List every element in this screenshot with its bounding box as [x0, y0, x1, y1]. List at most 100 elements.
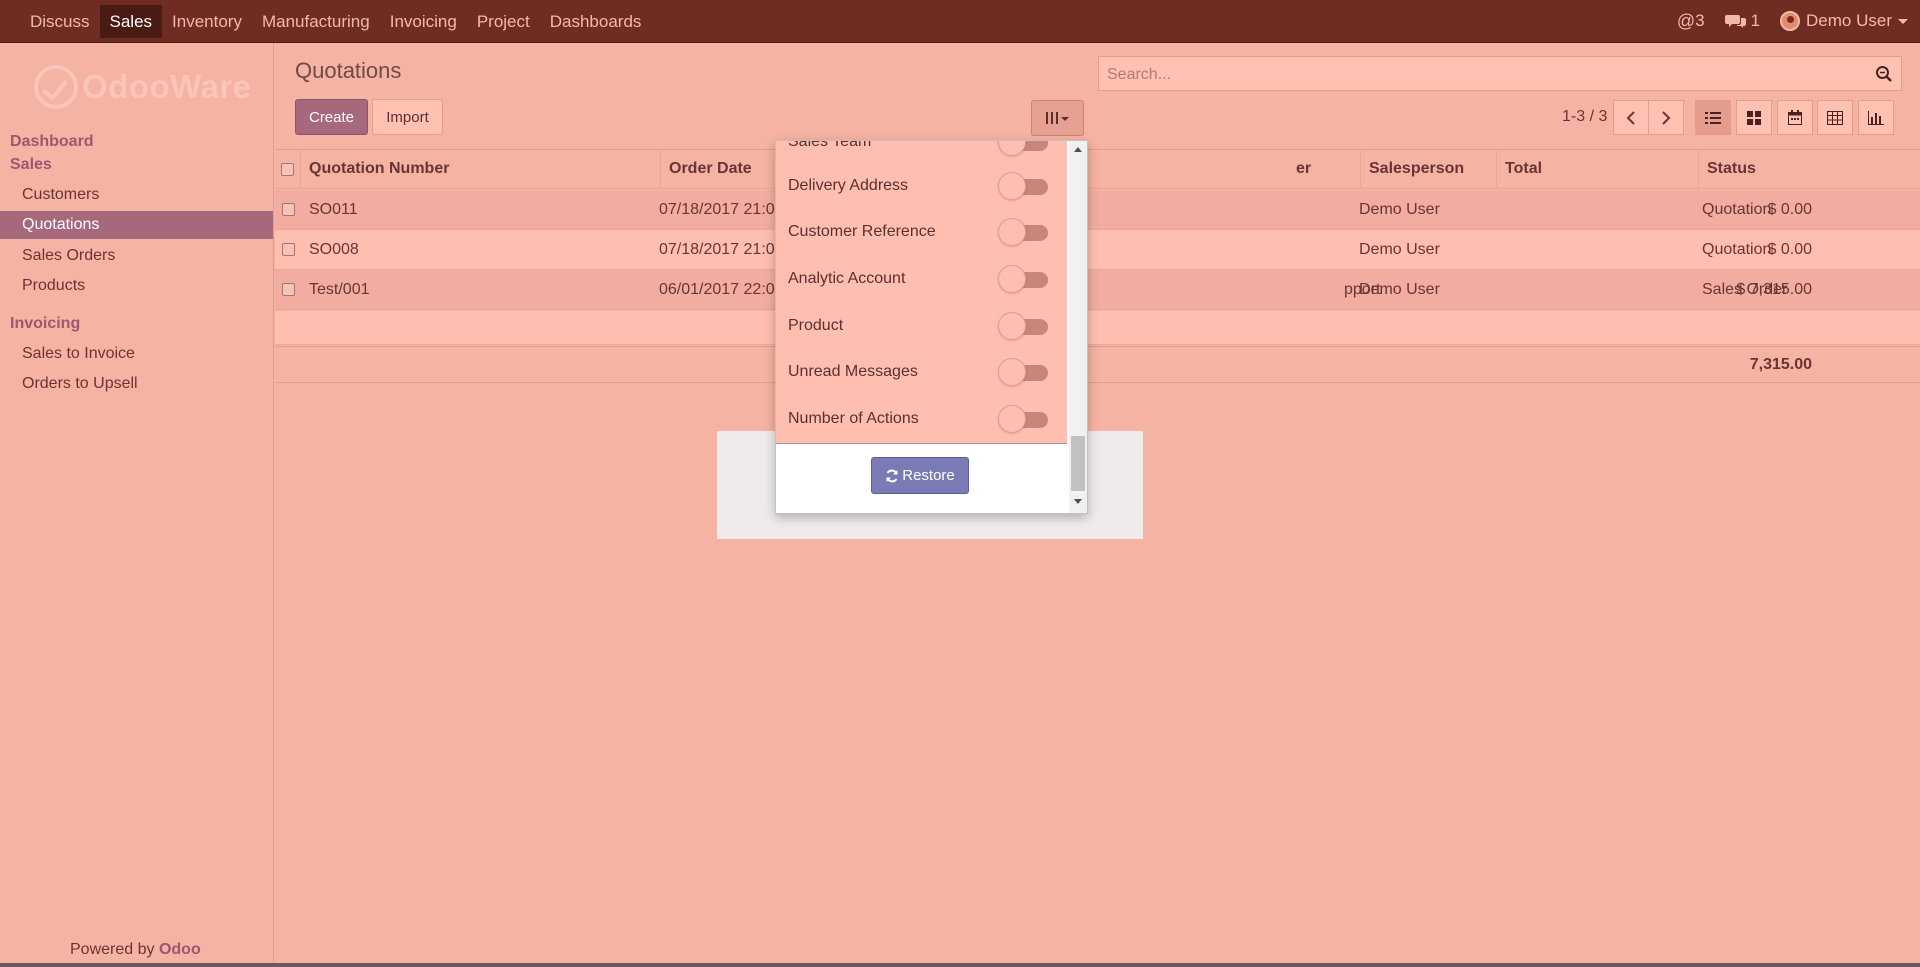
- restore-button[interactable]: Restore: [871, 457, 969, 494]
- search-input[interactable]: [1099, 57, 1869, 92]
- messages-button[interactable]: 1: [1724, 11, 1761, 31]
- at-icon: @: [1676, 10, 1696, 31]
- toggle-switch[interactable]: [998, 312, 1048, 340]
- app-menu: Discuss Sales Inventory Manufacturing In…: [20, 0, 651, 42]
- table-row[interactable]: SO011 07/18/2017 21:0 Demo User $ 0.00 Q…: [275, 190, 1920, 230]
- table-row[interactable]: Test/001 06/01/2017 22:0 pport Demo User…: [275, 270, 1920, 310]
- salesperson: Demo User: [1359, 280, 1440, 298]
- toggle-knob: [998, 218, 1026, 246]
- table-row[interactable]: SO008 07/18/2017 21:0 Demo User $ 0.00 Q…: [275, 230, 1920, 270]
- column-toggle-analytic-account[interactable]: Analytic Account: [788, 256, 1058, 302]
- restore-label: Restore: [902, 467, 955, 484]
- sidebar-section-invoicing[interactable]: Invoicing: [10, 315, 80, 333]
- sidebar: OdooWare Dashboard Sales Customers Quota…: [0, 43, 274, 967]
- kanban-view-button[interactable]: [1736, 100, 1772, 135]
- scroll-up-arrow-icon[interactable]: [1074, 147, 1082, 152]
- sidebar-item-quotations[interactable]: Quotations: [0, 211, 273, 239]
- order-date: 07/18/2017 21:0: [659, 200, 775, 218]
- toggle-knob: [998, 405, 1026, 433]
- pivot-view-button[interactable]: [1817, 100, 1853, 135]
- menu-discuss[interactable]: Discuss: [20, 5, 100, 38]
- powered-by: Powered by Odoo: [70, 941, 201, 959]
- salesperson: Demo User: [1359, 240, 1440, 258]
- menu-sales[interactable]: Sales: [99, 4, 163, 38]
- calendar-view-button[interactable]: [1777, 100, 1813, 135]
- columns-icon: [1045, 112, 1069, 124]
- menu-dashboards[interactable]: Dashboards: [540, 5, 652, 38]
- column-toggle-unread-messages[interactable]: Unread Messages: [788, 349, 1058, 395]
- mentions-button[interactable]: @ 3: [1677, 11, 1705, 32]
- user-name: Demo User: [1806, 11, 1892, 30]
- toggle-switch[interactable]: [998, 358, 1048, 386]
- quotation-number: Test/001: [309, 280, 370, 298]
- import-button[interactable]: Import: [372, 99, 443, 135]
- column-toggle-label: Product: [788, 317, 844, 334]
- row-checkbox[interactable]: [282, 243, 295, 256]
- sidebar-item-sales-orders[interactable]: Sales Orders: [0, 242, 273, 270]
- sidebar-item-sales-to-invoice[interactable]: Sales to Invoice: [0, 340, 273, 368]
- pager-value[interactable]: 1-3 / 3: [1562, 108, 1607, 126]
- order-date: 06/01/2017 22:0: [659, 280, 775, 298]
- search-box: [1098, 56, 1902, 92]
- kanban-view-icon: [1747, 110, 1761, 125]
- toggle-switch[interactable]: [998, 405, 1048, 433]
- menu-manufacturing[interactable]: Manufacturing: [252, 5, 380, 38]
- messages-count: 1: [1750, 11, 1761, 30]
- column-toggle-product[interactable]: Product: [788, 303, 1058, 349]
- search-icon[interactable]: [1875, 65, 1893, 83]
- toggle-switch[interactable]: [998, 265, 1048, 293]
- menu-invoicing[interactable]: Invoicing: [380, 5, 467, 38]
- toggle-switch[interactable]: [998, 218, 1048, 246]
- sidebar-item-products[interactable]: Products: [0, 272, 273, 300]
- toggle-switch[interactable]: [998, 141, 1048, 156]
- sidebar-section-dashboard[interactable]: Dashboard: [10, 133, 94, 151]
- sidebar-item-customers[interactable]: Customers: [0, 181, 273, 209]
- pivot-view-icon: [1827, 110, 1843, 125]
- graph-view-button[interactable]: [1858, 100, 1894, 135]
- logo-text: OdooWare: [82, 68, 252, 105]
- column-toggle-number-of-actions[interactable]: Number of Actions: [788, 396, 1058, 442]
- column-toggle-sales-team[interactable]: Sales Team: [788, 141, 1058, 165]
- create-button[interactable]: Create: [295, 99, 368, 135]
- dropdown-scrollbar[interactable]: [1069, 141, 1087, 513]
- menu-inventory[interactable]: Inventory: [162, 5, 252, 38]
- user-menu[interactable]: Demo User: [1780, 11, 1908, 31]
- column-toggle-label: Unread Messages: [788, 363, 918, 380]
- calendar-view-icon: [1788, 110, 1802, 125]
- toggle-knob: [998, 141, 1026, 156]
- row-checkbox[interactable]: [282, 283, 295, 296]
- list-view-icon: [1705, 111, 1721, 124]
- quotation-number: SO008: [309, 240, 359, 258]
- pager-previous-button[interactable]: [1613, 100, 1649, 135]
- select-all-checkbox[interactable]: [281, 162, 294, 176]
- quotation-number: SO011: [309, 200, 358, 218]
- scrollbar-thumb[interactable]: [1071, 436, 1085, 491]
- sidebar-item-orders-to-upsell[interactable]: Orders to Upsell: [0, 370, 273, 398]
- graph-view-icon: [1868, 110, 1884, 125]
- logo-check-icon: [34, 65, 78, 109]
- column-toggle-delivery-address[interactable]: Delivery Address: [788, 163, 1058, 209]
- systray: @ 3 1 Demo User: [1657, 11, 1908, 32]
- scroll-down-arrow-icon[interactable]: [1074, 499, 1082, 504]
- column-header-customer-partial[interactable]: er: [1296, 150, 1376, 188]
- sidebar-section-sales[interactable]: Sales: [10, 156, 52, 174]
- toggle-switch[interactable]: [998, 172, 1048, 200]
- column-header-quotation-number[interactable]: Quotation Number: [300, 150, 660, 188]
- column-toggle-customer-reference[interactable]: Customer Reference: [788, 209, 1058, 255]
- row-checkbox[interactable]: [282, 203, 295, 216]
- bottom-edge: [0, 963, 1920, 967]
- table-header: Quotation Number Order Date Salesperson …: [275, 149, 1920, 189]
- column-header-status[interactable]: Status: [1698, 150, 1898, 188]
- list-view-button[interactable]: [1695, 100, 1731, 135]
- column-header-salesperson[interactable]: Salesperson: [1360, 150, 1470, 188]
- row-checkbox-cell: [282, 270, 295, 309]
- salesperson: Demo User: [1359, 200, 1440, 218]
- status: Quotation: [1702, 200, 1772, 218]
- optional-columns-dropdown: Sales Team Delivery Address Customer Ref…: [775, 140, 1088, 514]
- pager-next-button[interactable]: [1648, 100, 1684, 135]
- powered-brand-link[interactable]: Odoo: [159, 941, 201, 958]
- column-chooser-button[interactable]: [1031, 100, 1084, 136]
- status: Sales Order: [1702, 280, 1788, 298]
- menu-project[interactable]: Project: [467, 5, 540, 38]
- column-toggle-label: Sales Team: [788, 141, 872, 150]
